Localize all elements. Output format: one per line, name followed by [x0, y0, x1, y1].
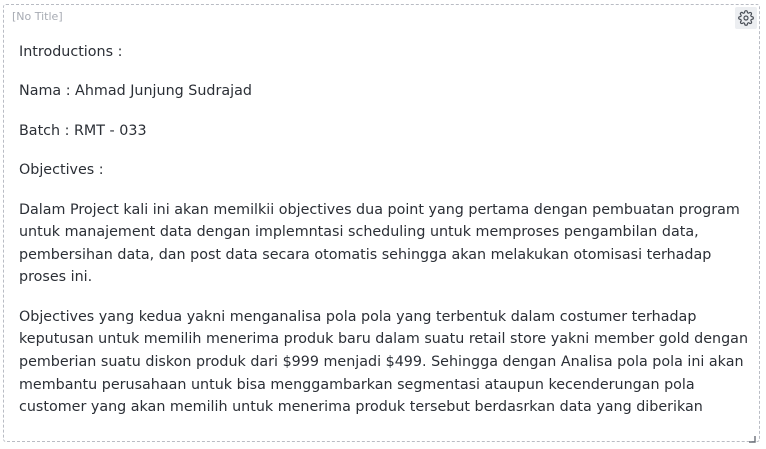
objective-paragraph-2: Objectives yang kedua yakni menganalisa …	[19, 308, 749, 416]
panel-settings-button[interactable]	[735, 7, 757, 29]
resize-corner-icon[interactable]	[748, 430, 756, 443]
batch-line: Batch : RMT - 033	[19, 122, 147, 139]
panel-title: [No Title]	[12, 10, 63, 23]
objective-paragraph-1: Dalam Project kali ini akan memilkii obj…	[19, 201, 740, 286]
introductions-heading: Introductions :	[19, 44, 123, 60]
text-content: Introductions : Nama : Ahmad Junjung Sud…	[19, 41, 749, 436]
nama-line: Nama : Ahmad Junjung Sudrajad	[19, 83, 252, 100]
objectives-heading: Objectives :	[19, 162, 104, 179]
gear-icon	[738, 10, 754, 26]
text-panel: [No Title] Introductions : Nama : Ahmad …	[3, 4, 760, 443]
